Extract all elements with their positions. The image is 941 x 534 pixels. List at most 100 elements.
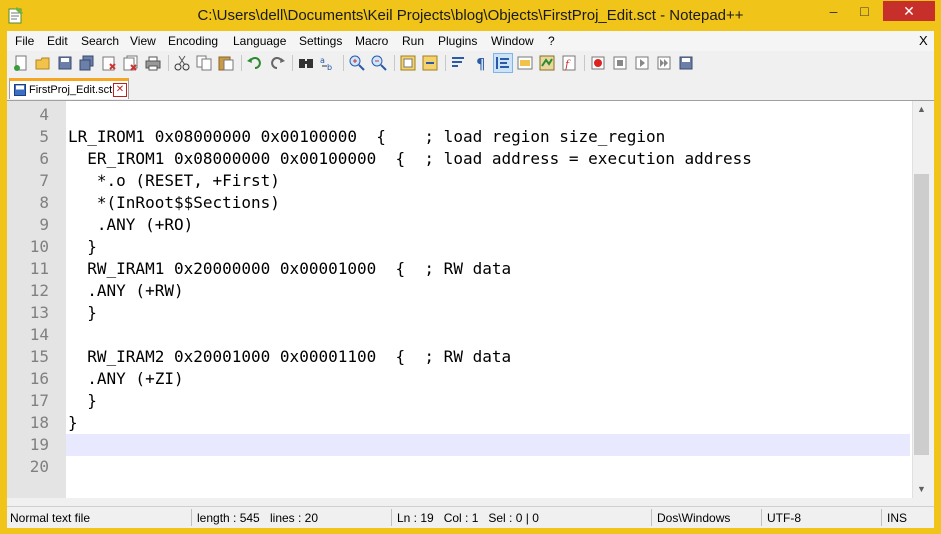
line-number: 17 xyxy=(29,391,49,410)
status-encoding[interactable]: UTF-8 xyxy=(767,511,801,525)
status-file-type: Normal text file xyxy=(10,511,91,525)
close-document-button[interactable]: X xyxy=(919,33,928,48)
line-number: 11 xyxy=(29,259,49,278)
svg-text:a: a xyxy=(320,56,325,65)
record-macro-icon[interactable] xyxy=(589,54,607,72)
menu-macro[interactable]: Macro xyxy=(355,34,388,48)
line-number: 9 xyxy=(39,215,49,234)
saved-file-icon xyxy=(14,84,26,96)
minimize-button[interactable]: – xyxy=(820,1,847,21)
menu-settings[interactable]: Settings xyxy=(299,34,342,48)
scroll-up-button[interactable]: ▲ xyxy=(913,101,930,118)
code-line[interactable]: } xyxy=(68,412,78,434)
menu-view[interactable]: View xyxy=(130,34,156,48)
menu-file[interactable]: File xyxy=(15,34,34,48)
code-line[interactable]: .ANY (+RW) xyxy=(68,280,183,302)
status-eol-format[interactable]: Dos\Windows xyxy=(657,511,730,525)
menu-run[interactable]: Run xyxy=(402,34,424,48)
line-number: 5 xyxy=(39,127,49,146)
code-line[interactable]: } xyxy=(68,302,97,324)
code-line[interactable]: ER_IROM1 0x08000000 0x00100000 { ; load … xyxy=(68,148,752,170)
line-number: 14 xyxy=(29,325,49,344)
doc-map-icon[interactable] xyxy=(538,54,556,72)
zoom-in-icon[interactable] xyxy=(348,54,366,72)
line-number: 18 xyxy=(29,413,49,432)
menu-window[interactable]: Window xyxy=(491,34,534,48)
text-area[interactable]: LR_IROM1 0x08000000 0x00100000 { ; load … xyxy=(66,101,912,498)
save-all-icon[interactable] xyxy=(78,54,96,72)
sync-vertical-icon[interactable] xyxy=(399,54,417,72)
status-insert-mode[interactable]: INS xyxy=(887,511,907,525)
line-number: 20 xyxy=(29,457,49,476)
find-icon[interactable] xyxy=(297,54,315,72)
code-line[interactable]: *(InRoot$$Sections) xyxy=(68,192,280,214)
menu-bar: File Edit Search View Encoding Language … xyxy=(7,31,934,51)
indent-guide-icon[interactable] xyxy=(493,53,513,73)
code-line[interactable]: RW_IRAM2 0x20001000 0x00001100 { ; RW da… xyxy=(68,346,511,368)
maximize-button[interactable]: □ xyxy=(851,1,878,21)
code-line[interactable]: LR_IROM1 0x08000000 0x00100000 { ; load … xyxy=(68,126,665,148)
stop-macro-icon[interactable] xyxy=(611,54,629,72)
status-bar: Normal text file length : 545 lines : 20… xyxy=(7,506,934,528)
word-wrap-icon[interactable] xyxy=(450,54,468,72)
open-file-icon[interactable] xyxy=(34,54,52,72)
menu-encoding[interactable]: Encoding xyxy=(168,34,218,48)
menu-language[interactable]: Language xyxy=(233,34,286,48)
close-window-button[interactable]: ✕ xyxy=(883,1,935,21)
run-macro-multiple-icon[interactable] xyxy=(655,54,673,72)
code-line[interactable]: RW_IRAM1 0x20000000 0x00001000 { ; RW da… xyxy=(68,258,511,280)
app-client-area: File Edit Search View Encoding Language … xyxy=(7,31,934,528)
redo-icon[interactable] xyxy=(268,54,286,72)
code-line[interactable]: *.o (RESET, +First) xyxy=(68,170,280,192)
toolbar: ab ¶ f xyxy=(7,51,934,76)
line-number: 4 xyxy=(39,105,49,124)
new-file-icon[interactable] xyxy=(12,54,30,72)
tab-firstproj-edit[interactable]: FirstProj_Edit.sct ✕ xyxy=(9,78,129,99)
current-line-highlight xyxy=(66,434,910,456)
svg-text:¶: ¶ xyxy=(476,55,486,72)
close-icon[interactable] xyxy=(100,54,118,72)
line-number: 16 xyxy=(29,369,49,388)
code-line[interactable]: .ANY (+RO) xyxy=(68,214,193,236)
code-line[interactable]: .ANY (+ZI) xyxy=(68,368,183,390)
cut-icon[interactable] xyxy=(173,54,191,72)
zoom-out-icon[interactable] xyxy=(370,54,388,72)
svg-text:b: b xyxy=(327,63,332,72)
play-macro-icon[interactable] xyxy=(633,54,651,72)
line-number: 13 xyxy=(29,303,49,322)
code-line[interactable]: } xyxy=(68,236,97,258)
paste-icon[interactable] xyxy=(217,54,235,72)
function-list-icon[interactable]: f xyxy=(560,54,578,72)
line-number: 12 xyxy=(29,281,49,300)
copy-icon[interactable] xyxy=(195,54,213,72)
line-number: 7 xyxy=(39,171,49,190)
window-title: C:\Users\dell\Documents\Keil Projects\bl… xyxy=(197,7,744,24)
show-all-chars-icon[interactable]: ¶ xyxy=(472,54,490,72)
close-all-icon[interactable] xyxy=(122,54,140,72)
replace-icon[interactable]: ab xyxy=(319,54,337,72)
user-lang-icon[interactable] xyxy=(516,54,534,72)
code-line[interactable]: } xyxy=(68,390,97,412)
scrollbar-thumb[interactable] xyxy=(914,174,929,455)
save-macro-icon[interactable] xyxy=(677,54,695,72)
line-number: 6 xyxy=(39,149,49,168)
print-icon[interactable] xyxy=(144,54,162,72)
line-number: 15 xyxy=(29,347,49,366)
menu-plugins[interactable]: Plugins xyxy=(438,34,477,48)
menu-help[interactable]: ? xyxy=(548,34,555,48)
scroll-down-button[interactable]: ▼ xyxy=(913,481,930,498)
status-length: length : 545 xyxy=(197,511,260,525)
vertical-scrollbar[interactable]: ▲ ▼ xyxy=(912,101,930,498)
tab-bar: FirstProj_Edit.sct ✕ xyxy=(7,76,934,101)
line-number-gutter: 4 5 6 7 8 9 10 11 12 13 14 15 16 17 18 1… xyxy=(7,101,66,498)
menu-edit[interactable]: Edit xyxy=(47,34,68,48)
line-number: 19 xyxy=(29,435,49,454)
undo-icon[interactable] xyxy=(246,54,264,72)
title-bar: C:\Users\dell\Documents\Keil Projects\bl… xyxy=(0,0,941,31)
tab-close-button[interactable]: ✕ xyxy=(113,83,127,97)
editor[interactable]: 4 5 6 7 8 9 10 11 12 13 14 15 16 17 18 1… xyxy=(7,101,912,498)
menu-search[interactable]: Search xyxy=(81,34,119,48)
sync-horizontal-icon[interactable] xyxy=(421,54,439,72)
line-number: 8 xyxy=(39,193,49,212)
save-icon[interactable] xyxy=(56,54,74,72)
